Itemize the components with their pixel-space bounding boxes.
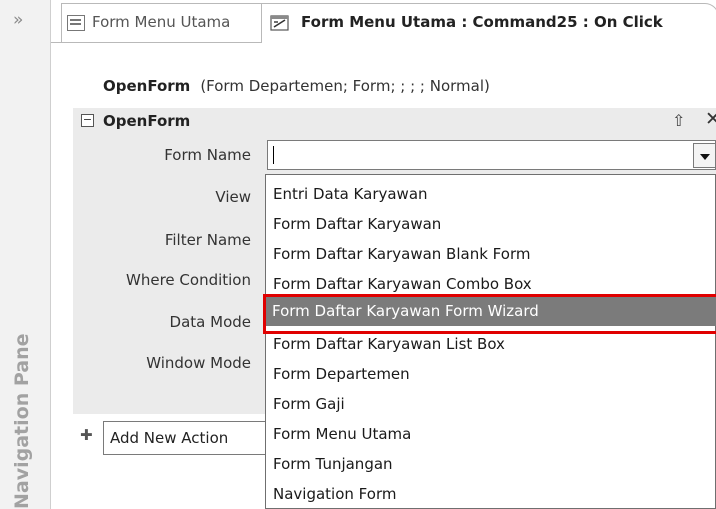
add-new-action-text: Add New Action bbox=[110, 429, 229, 447]
window-mode-label: Window Mode bbox=[146, 354, 251, 372]
macro-icon bbox=[270, 15, 289, 31]
list-item[interactable]: Form Gaji bbox=[273, 389, 345, 419]
list-item[interactable]: Form Tunjangan bbox=[273, 449, 393, 479]
macro-summary-line: OpenForm (Form Departemen; Form; ; ; ; No… bbox=[103, 77, 490, 95]
text-cursor bbox=[273, 146, 274, 164]
where-condition-label: Where Condition bbox=[126, 271, 251, 289]
form-name-combobox[interactable] bbox=[267, 140, 716, 170]
view-label: View bbox=[215, 188, 251, 206]
tab-label: Form Menu Utama bbox=[92, 13, 231, 31]
document-tab-strip: Form Menu Utama Form Menu Utama : Comman… bbox=[51, 0, 716, 43]
move-up-icon[interactable]: ⇧ bbox=[672, 111, 685, 130]
expand-nav-pane-button[interactable]: » bbox=[13, 10, 23, 30]
action-title: OpenForm bbox=[103, 112, 191, 130]
dropdown-arrow-icon[interactable] bbox=[693, 143, 716, 168]
add-action-plus-icon: ✚ bbox=[80, 426, 93, 444]
filter-name-label: Filter Name bbox=[164, 231, 251, 249]
list-item[interactable]: Form Departemen bbox=[273, 359, 410, 389]
tab-macro-on-click[interactable]: Form Menu Utama : Command25 : On Click bbox=[261, 3, 716, 43]
annotation-highlight-box bbox=[263, 294, 716, 334]
summary-arguments: (Form Departemen; Form; ; ; ; Normal) bbox=[200, 77, 490, 95]
delete-action-icon[interactable]: ✕ bbox=[705, 108, 716, 130]
navigation-pane-label[interactable]: Navigation Pane bbox=[2, 334, 42, 509]
form-name-label: Form Name bbox=[164, 146, 251, 164]
list-item[interactable]: Navigation Form bbox=[273, 479, 396, 509]
form-icon bbox=[67, 15, 85, 31]
summary-action-name: OpenForm bbox=[103, 77, 191, 95]
add-new-action-combobox[interactable]: Add New Action bbox=[103, 421, 273, 455]
data-mode-label: Data Mode bbox=[169, 313, 251, 331]
tab-label: Form Menu Utama : Command25 : On Click bbox=[301, 13, 663, 31]
collapse-icon[interactable]: − bbox=[81, 114, 94, 127]
list-item[interactable]: Form Daftar Karyawan bbox=[273, 209, 441, 239]
tab-form-menu-utama[interactable]: Form Menu Utama bbox=[61, 3, 262, 42]
list-item[interactable]: Form Menu Utama bbox=[273, 419, 411, 449]
navigation-pane[interactable]: » Navigation Pane bbox=[0, 0, 51, 509]
form-name-dropdown-list[interactable]: Entri Data Karyawan Form Daftar Karyawan… bbox=[265, 174, 716, 509]
list-item[interactable]: Entri Data Karyawan bbox=[273, 179, 428, 209]
list-item[interactable]: Form Daftar Karyawan Blank Form bbox=[273, 239, 530, 269]
